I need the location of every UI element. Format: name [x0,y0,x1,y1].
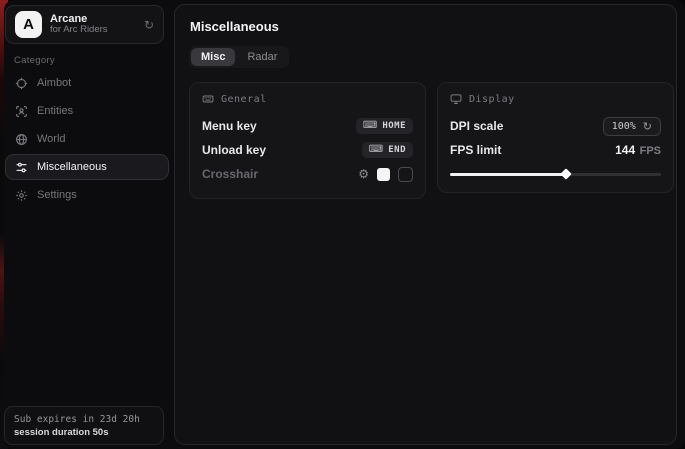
entity-scan-icon [15,105,28,118]
sidebar-item-entities[interactable]: Entities [5,98,169,124]
sidebar-nav: Aimbot Entities World Miscellaneous Sett… [5,70,169,208]
crosshair-icon [15,77,28,90]
sidebar: A Arcane for Arc Riders ↻ Category Aimbo… [0,0,174,449]
app-header-meta: Arcane for Arc Riders [50,13,136,37]
general-card-title: General [221,94,267,105]
sidebar-item-label: Entities [37,105,73,117]
sliders-icon [15,161,28,174]
fps-limit-label: FPS limit [450,143,501,157]
sidebar-item-label: Aimbot [37,77,71,89]
app-subtitle: for Arc Riders [50,25,136,36]
menu-key-bind-button[interactable]: ⌨ HOME [356,118,413,134]
dpi-scale-row: DPI scale 100% ↻ [450,114,661,138]
page-title: Miscellaneous [190,19,279,34]
display-card-header: Display [450,93,661,105]
dpi-scale-label: DPI scale [450,119,503,133]
fps-limit-row: FPS limit 144 FPS [450,138,661,162]
sidebar-item-aimbot[interactable]: Aimbot [5,70,169,96]
sub-expiry-text: Sub expires in 23d 20h [14,414,154,425]
keyboard-icon [202,93,214,105]
dpi-scale-selector[interactable]: 100% ↻ [603,117,661,136]
display-card: Display DPI scale 100% ↻ FPS limit 144 F… [437,82,674,193]
monitor-icon [450,93,462,105]
crosshair-color-swatch[interactable] [377,168,390,181]
crosshair-controls: ⚙ [358,167,413,182]
sync-icon[interactable]: ↻ [144,18,154,32]
tab-misc[interactable]: Misc [191,48,235,66]
unload-key-bind-button[interactable]: ⌨ END [362,142,413,158]
sidebar-item-world[interactable]: World [5,126,169,152]
session-duration-text: session duration 50s [14,427,154,438]
crosshair-row: Crosshair ⚙ [202,162,413,186]
unload-key-value: END [388,145,406,155]
crosshair-checkbox[interactable] [398,167,413,182]
app-header-card: A Arcane for Arc Riders ↻ [5,5,164,44]
fps-limit-slider[interactable] [450,168,661,180]
keyboard-icon: ⌨ [369,145,383,155]
tab-bar: Misc Radar [189,46,289,68]
globe-icon [15,133,28,146]
dpi-scale-value: 100% [612,121,636,132]
general-card-header: General [202,93,413,105]
menu-key-value: HOME [382,121,406,131]
unload-key-row: Unload key ⌨ END [202,138,413,162]
sidebar-item-settings[interactable]: Settings [5,182,169,208]
avatar: A [15,11,42,38]
display-card-title: Display [469,94,515,105]
main-panel: Miscellaneous Misc Radar General Menu ke… [174,4,677,445]
fps-limit-value-group: 144 FPS [615,141,661,159]
subscription-card: Sub expires in 23d 20h session duration … [4,406,164,445]
crosshair-settings-icon[interactable]: ⚙ [358,168,369,180]
slider-fill [450,173,566,176]
keyboard-icon: ⌨ [363,121,377,131]
sidebar-item-label: World [37,133,66,145]
general-card: General Menu key ⌨ HOME Unload key ⌨ END… [189,82,426,199]
sidebar-item-miscellaneous[interactable]: Miscellaneous [5,154,169,180]
crosshair-label: Crosshair [202,167,258,181]
sidebar-item-label: Settings [37,189,77,201]
fps-limit-value: 144 [615,143,635,157]
tab-radar[interactable]: Radar [237,48,287,66]
category-label: Category [14,55,55,66]
settings-cards: General Menu key ⌨ HOME Unload key ⌨ END… [189,82,674,199]
menu-key-label: Menu key [202,119,257,133]
fps-limit-unit: FPS [640,145,661,157]
menu-key-row: Menu key ⌨ HOME [202,114,413,138]
sidebar-item-label: Miscellaneous [37,161,107,173]
slider-thumb[interactable] [560,168,571,179]
refresh-icon: ↻ [643,121,652,132]
unload-key-label: Unload key [202,143,266,157]
gear-icon [15,189,28,202]
